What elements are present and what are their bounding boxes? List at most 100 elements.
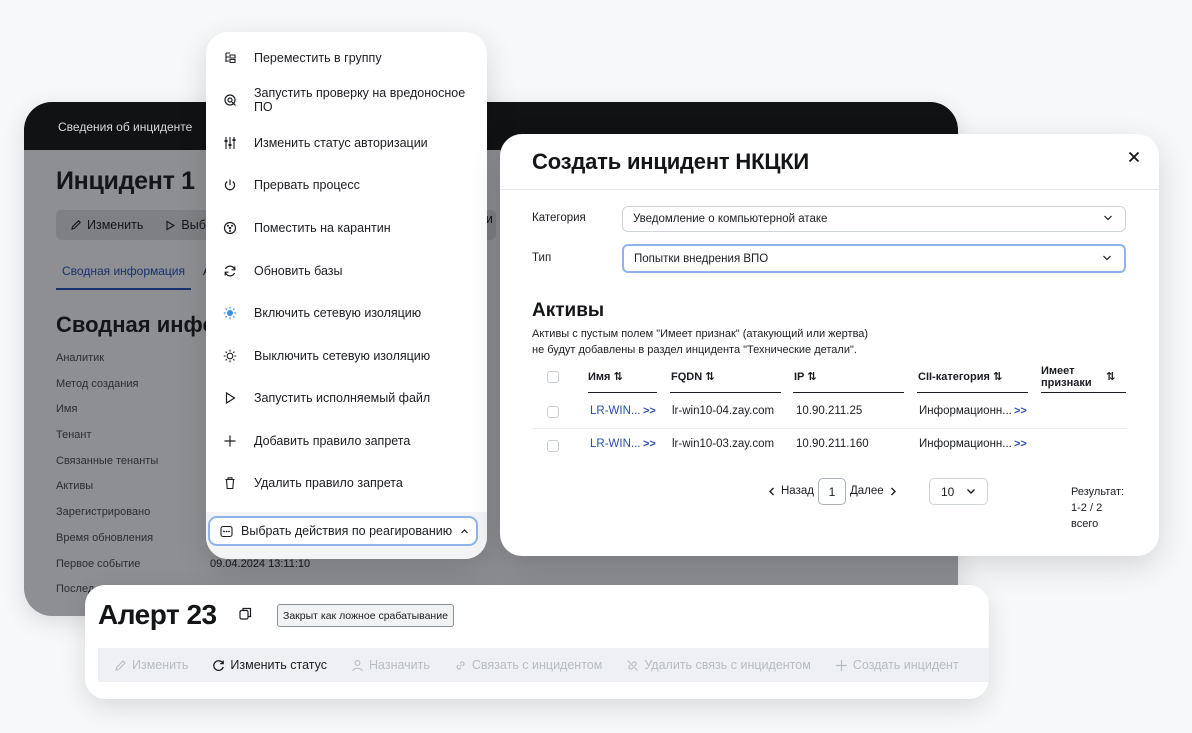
type-label: Тип (532, 252, 552, 264)
page-size-select[interactable]: 10 (929, 478, 988, 505)
category-select-value: Уведомление о компьютерной атаке (633, 213, 828, 225)
create-incident-button[interactable]: Создать инцидент (835, 658, 959, 672)
sort-icon: ⇅ (613, 371, 623, 383)
menu-item-quarantine[interactable]: Поместить на карантин (206, 216, 487, 240)
current-page-input[interactable]: 1 (818, 478, 846, 505)
edit-alert-label: Изменить (132, 658, 189, 672)
first-event-value: 09.04.2024 13:11:10 (210, 558, 311, 570)
refresh-icon (206, 264, 254, 278)
select-response-actions-button[interactable]: Выбрать действия по реагированию (208, 516, 478, 546)
next-page-label: Далее (850, 485, 884, 497)
link-incident-button[interactable]: Связать с инцидентом (454, 658, 602, 672)
menu-item-label: Включить сетевую изоляцию (254, 306, 422, 320)
select-all-checkbox[interactable] (547, 371, 559, 383)
edit-incident-button[interactable]: Изменить (70, 218, 143, 232)
prev-page-button[interactable]: Назад (768, 485, 814, 497)
field-label: Связанные тенанты (56, 454, 159, 467)
plus-icon (206, 434, 254, 448)
copy-icon[interactable] (239, 607, 252, 625)
chevron-down-icon (1102, 252, 1112, 265)
type-select[interactable]: Попытки внедрения ВПО (622, 244, 1126, 273)
unlink-incident-label: Удалить связь с инцидентом (644, 658, 811, 672)
assets-heading: Активы (532, 300, 605, 321)
close-icon[interactable] (1128, 148, 1140, 168)
asset-ip: 10.90.211.160 (796, 438, 869, 450)
unlink-incident-button[interactable]: Удалить связь с инцидентом (626, 658, 811, 672)
expand-cii-link[interactable]: >> (1014, 438, 1027, 450)
header-underline (1041, 392, 1126, 393)
expand-name-link[interactable]: >> (643, 438, 656, 450)
row-checkbox[interactable] (547, 440, 559, 452)
summary-heading: Сводная инфо (56, 312, 216, 337)
assign-button[interactable]: Назначить (351, 658, 430, 672)
menu-item-label: Добавить правило запрета (254, 434, 411, 448)
field-label: Имя (56, 403, 78, 416)
menu-item-disable-isolation[interactable]: Выключить сетевую изоляцию (206, 344, 487, 368)
expand-name-link[interactable]: >> (643, 405, 656, 417)
response-actions-menu: Переместить в группу Запустить проверку … (206, 32, 487, 559)
expand-cii-link[interactable]: >> (1014, 405, 1027, 417)
change-status-button[interactable]: Изменить статус (212, 658, 327, 672)
next-page-button[interactable]: Далее (850, 485, 897, 497)
play-icon (166, 220, 176, 230)
create-incident-label: Создать инцидент (852, 658, 959, 672)
header-underline (588, 392, 657, 393)
asset-cii-category: Информационн... (919, 405, 1012, 417)
asset-fqdn: lr-win10-03.zay.com (672, 438, 775, 450)
assign-label: Назначить (369, 658, 430, 672)
plus-icon (835, 659, 847, 671)
asset-name-link[interactable]: LR-WIN... (590, 405, 640, 417)
category-label: Категория (532, 212, 586, 224)
chevron-down-icon (966, 486, 976, 499)
field-label: Метод создания (56, 377, 139, 390)
chevron-right-icon (890, 487, 896, 495)
power-icon (206, 178, 254, 192)
field-label: Время обновления (56, 531, 154, 544)
menu-item-label: Удалить правило запрета (254, 476, 403, 490)
column-header-name[interactable]: Имя ⇅ (588, 370, 623, 383)
field-label: Аналитик (56, 352, 105, 364)
header-underline (793, 392, 904, 393)
menu-item-kill-process[interactable]: Прервать процесс (206, 173, 487, 197)
prev-page-label: Назад (781, 485, 814, 497)
modal-divider (500, 189, 1159, 190)
refresh-icon (213, 659, 225, 671)
menu-item-malware-scan[interactable]: Запустить проверку на вредоносное ПО (206, 86, 487, 114)
category-select[interactable]: Уведомление о компьютерной атаке (622, 206, 1126, 232)
chevron-up-icon (461, 528, 469, 533)
summary-fields: Аналитик Метод создания Имя Тенант Связа… (56, 352, 158, 609)
menu-item-label: Изменить статус авторизации (254, 136, 428, 150)
menu-item-delete-deny-rule[interactable]: Удалить правило запрета (206, 471, 487, 495)
header-underline (670, 392, 781, 393)
tab-summary[interactable]: Сводная информация (56, 258, 191, 290)
incident-tabs: Сводная информация Ал (56, 258, 218, 290)
menu-item-label: Переместить в группу (254, 51, 382, 65)
column-header-fqdn[interactable]: FQDN ⇅ (671, 370, 714, 383)
alert-title: Алерт 23 (98, 599, 217, 630)
menu-item-update-bases[interactable]: Обновить базы (206, 259, 487, 283)
menu-item-run-executable[interactable]: Запустить исполняемый файл (206, 386, 487, 410)
field-label: Активы (56, 480, 94, 493)
edit-alert-button[interactable]: Изменить (114, 658, 188, 672)
result-count: Результат: 1-2 / 2 всего (1071, 486, 1125, 530)
asset-name-link[interactable]: LR-WIN... (590, 438, 640, 450)
sliders-icon (206, 136, 254, 150)
play-icon (206, 391, 254, 405)
menu-item-enable-isolation[interactable]: Включить сетевую изоляцию (206, 301, 487, 325)
row-checkbox[interactable] (547, 406, 559, 418)
sort-icon[interactable]: ⇅ (1106, 370, 1115, 383)
column-header-has-attributes[interactable]: Имеет признаки (1041, 365, 1092, 389)
menu-item-move-to-group[interactable]: Переместить в группу (206, 46, 487, 70)
menu-item-label: Выключить сетевую изоляцию (254, 349, 431, 363)
link-icon (456, 660, 465, 670)
menu-item-auth-status[interactable]: Изменить статус авторизации (206, 131, 487, 155)
sort-icon: ⇅ (992, 371, 1003, 383)
alert-card: Алерт 23 Закрыт как ложное срабатывание … (85, 585, 989, 699)
column-header-cii[interactable]: CII-категория ⇅ (918, 370, 1002, 383)
select-response-actions-label: Выбрать действия по реагированию (241, 524, 453, 538)
link-incident-label: Связать с инцидентом (471, 658, 603, 672)
column-header-ip[interactable]: IP ⇅ (794, 370, 816, 383)
field-label: Зарегистрировано (56, 506, 151, 519)
modal-title: Создать инцидент НКЦКИ (532, 149, 810, 174)
menu-item-add-deny-rule[interactable]: Добавить правило запрета (206, 429, 487, 453)
